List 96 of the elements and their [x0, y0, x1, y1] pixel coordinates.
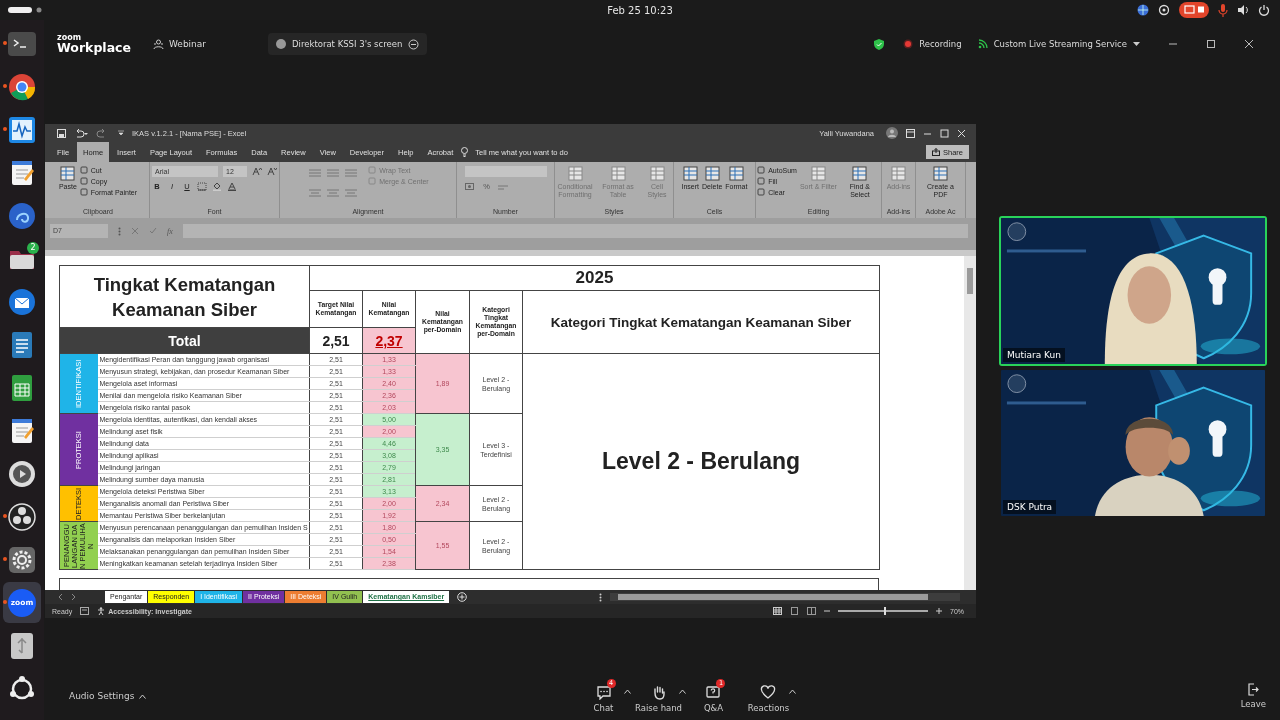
swirl-icon[interactable]: [8, 201, 36, 230]
avatar-icon: [276, 39, 286, 49]
logo-text: zoom: [57, 33, 82, 42]
terminal-icon[interactable]: [8, 29, 36, 58]
sheet-icon: [852, 166, 868, 181]
year-header: 2025: [309, 265, 880, 291]
aperture-icon[interactable]: [8, 502, 36, 531]
borders-icon[interactable]: [197, 182, 207, 191]
ribbon-display-icon[interactable]: [906, 128, 915, 138]
close-icon[interactable]: [1244, 39, 1254, 49]
slider-thumb[interactable]: [883, 607, 886, 615]
screen-share-icon[interactable]: [1179, 2, 1209, 18]
sheet-icon: [60, 166, 76, 181]
sheet-icon: [810, 166, 826, 181]
video-tile[interactable]: Mutiara Kun: [999, 216, 1267, 366]
accessibility-icon: [97, 607, 106, 615]
avatar-icon[interactable]: [886, 127, 898, 139]
participant-name: DSK Putra: [1003, 500, 1057, 514]
audio-settings-button[interactable]: Audio Settings: [69, 691, 135, 701]
maturity-level: Level 2 - Berulang: [522, 353, 880, 570]
caret-icon[interactable]: [139, 693, 147, 699]
fill-color-icon[interactable]: [212, 182, 222, 191]
add-sheet-icon[interactable]: [457, 592, 468, 602]
recording-icon: [903, 39, 914, 49]
sheet-icon: [649, 166, 665, 181]
workspace-indicator-icon[interactable]: [8, 7, 42, 13]
sheet-icon: [682, 166, 698, 181]
chat-icon: [595, 685, 612, 700]
circle-icon[interactable]: [1158, 4, 1170, 16]
clock[interactable]: Feb 25 10:23: [607, 4, 673, 16]
caret-icon[interactable]: [1133, 41, 1140, 47]
options-icon: [408, 38, 420, 50]
shared-screen-tab[interactable]: Direktorat KSSI 3's screen: [268, 33, 428, 55]
page-layout-icon[interactable]: [790, 607, 799, 615]
close-icon[interactable]: [957, 128, 966, 138]
sheet-icon: [567, 166, 583, 181]
horizontal-scrollbar[interactable]: [610, 593, 960, 601]
settings-icon[interactable]: [8, 545, 36, 574]
mail-icon[interactable]: [8, 287, 36, 316]
broadcast-icon: [977, 39, 988, 49]
power-icon[interactable]: [1258, 4, 1270, 16]
video-tile[interactable]: DSK Putra: [999, 368, 1267, 518]
chart-icon[interactable]: [8, 115, 36, 144]
check-icon[interactable]: [149, 227, 157, 235]
vertical-scrollbar[interactable]: [964, 256, 976, 590]
disc-icon[interactable]: [8, 459, 36, 488]
normal-view-icon[interactable]: [773, 607, 782, 615]
shield-icon[interactable]: [874, 38, 885, 50]
currency-icon[interactable]: [464, 182, 477, 191]
caret-icon[interactable]: [624, 689, 631, 694]
participant-name: Mutiara Kun: [1003, 348, 1065, 362]
shrink-font-icon[interactable]: [267, 167, 277, 176]
webinar-icon: [152, 38, 164, 50]
table-cell: 2,51: [309, 327, 363, 354]
sheet-icon: [933, 166, 948, 181]
lightbulb-icon: [461, 147, 469, 157]
total-label: Total: [59, 327, 310, 354]
caret-icon[interactable]: [679, 689, 686, 694]
browser-icon[interactable]: [8, 72, 36, 101]
usb-icon[interactable]: [8, 631, 36, 660]
streaming-label[interactable]: Custom Live Streaming Service: [993, 39, 1127, 49]
toolbar-button[interactable]: Raise hand: [629, 679, 688, 713]
maximize-icon[interactable]: [1206, 39, 1216, 49]
customize-icon[interactable]: [118, 130, 124, 136]
heart-icon: [760, 685, 777, 700]
share-icon: [932, 148, 940, 156]
question-icon: [705, 685, 722, 700]
leave-button[interactable]: Leave: [1240, 683, 1266, 709]
undo-icon[interactable]: [74, 128, 88, 138]
column-header: Kategori Tingkat Kematangan Keamanan Siber: [522, 290, 880, 354]
more-icon[interactable]: [599, 592, 602, 602]
zoom-in-icon[interactable]: [936, 608, 942, 614]
sheet-icon: [704, 166, 720, 181]
save-icon[interactable]: [57, 128, 66, 138]
sheet-icon: [728, 166, 744, 181]
recording-label[interactable]: Recording: [919, 39, 962, 49]
volume-icon[interactable]: [1237, 4, 1249, 16]
exit-icon: [1247, 683, 1260, 696]
toolbar-button[interactable]: Reactions: [741, 679, 796, 713]
grow-font-icon[interactable]: [252, 167, 262, 176]
maximize-icon[interactable]: [940, 128, 949, 138]
table-title: Tingkat Kematangan Keamanan Siber: [59, 265, 310, 328]
microphone-icon[interactable]: [1218, 3, 1228, 17]
caret-icon[interactable]: [789, 689, 796, 694]
globe-icon[interactable]: [1137, 4, 1149, 16]
zoom-out-icon[interactable]: [824, 608, 830, 614]
next-sheet-icon[interactable]: [71, 593, 77, 601]
sheet-icon: [610, 166, 626, 181]
font-color-icon[interactable]: [227, 182, 237, 191]
macro-icon[interactable]: [80, 607, 90, 615]
logo-title: Workplace: [57, 41, 131, 55]
sheet-icon: [891, 166, 906, 181]
notification-badge: 2: [27, 242, 39, 254]
mode-label: Webinar: [168, 39, 206, 49]
page-break-icon[interactable]: [807, 607, 816, 615]
previous-sheet-icon[interactable]: [57, 593, 63, 601]
